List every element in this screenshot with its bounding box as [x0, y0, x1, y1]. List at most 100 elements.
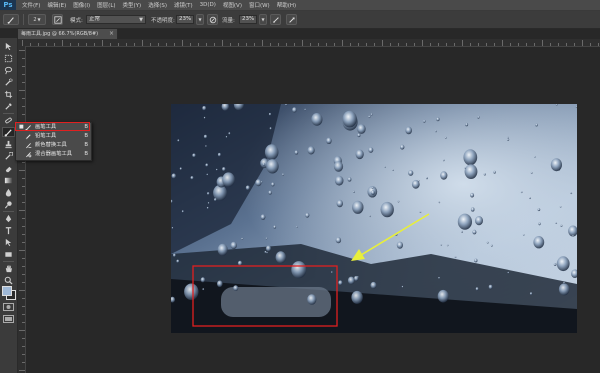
raindrop	[202, 288, 205, 291]
menu-layer[interactable]: 图层(L)	[97, 1, 115, 9]
marquee-icon	[4, 54, 13, 62]
flyout-item-color-replacement[interactable]: 颜色替换工具 B	[16, 141, 91, 150]
raindrop	[262, 162, 266, 166]
brush-tool[interactable]	[2, 127, 15, 137]
move-icon	[5, 42, 12, 50]
pressure-size-toggle[interactable]	[286, 14, 297, 25]
blur-tool[interactable]	[2, 187, 15, 197]
opacity-field[interactable]: 23%	[176, 15, 194, 24]
ruler-tick	[158, 43, 159, 46]
flyout-label: 混合器画笔工具	[35, 151, 73, 157]
raindrop	[237, 260, 243, 266]
flyout-item-pencil[interactable]: 铅笔工具 B	[16, 132, 91, 141]
pen-tool[interactable]	[2, 213, 15, 223]
raindrop	[560, 224, 563, 227]
brush-size-picker[interactable]: 2 ▼	[28, 14, 46, 25]
flow-label: 流量:	[222, 18, 235, 24]
ruler-tick	[22, 298, 25, 299]
menu-select[interactable]: 选择(S)	[148, 1, 167, 9]
foreground-color-swatch[interactable]	[2, 286, 12, 296]
mode-dropdown[interactable]: 正常 ▼	[86, 15, 146, 24]
raindrop	[570, 192, 573, 195]
eraser-tool[interactable]	[2, 163, 15, 173]
ruler-tick	[206, 43, 207, 46]
raindrop	[550, 158, 562, 172]
raindrop	[371, 186, 374, 189]
menu-view[interactable]: 视图(V)	[223, 1, 242, 9]
menu-file[interactable]: 文件(F)	[22, 1, 40, 9]
brush-icon	[7, 16, 14, 24]
menu-image[interactable]: 图像(I)	[73, 1, 90, 9]
raindrop	[203, 134, 208, 139]
hand-tool[interactable]	[2, 263, 15, 273]
shape-tool[interactable]	[2, 249, 15, 259]
mode-value: 正常	[89, 16, 101, 22]
ruler-tick	[19, 210, 25, 211]
pressure-opacity-toggle[interactable]	[207, 14, 218, 25]
opacity-slider-toggle[interactable]: ▼	[196, 14, 204, 25]
path-selection-tool[interactable]	[2, 237, 15, 247]
quick-select-tool[interactable]	[2, 77, 15, 87]
healing-brush-tool[interactable]	[2, 115, 15, 125]
raindrop	[538, 222, 541, 226]
history-brush-tool[interactable]	[2, 151, 15, 161]
raindrop	[507, 138, 510, 141]
flyout-shortcut: B	[84, 142, 88, 148]
ruler-tick	[534, 43, 535, 46]
flow-slider-toggle[interactable]: ▼	[259, 14, 267, 25]
flyout-item-mixer-brush[interactable]: 混合器画笔工具 B	[16, 150, 91, 159]
quick-mask-toggle[interactable]	[3, 303, 14, 311]
menu-help[interactable]: 帮助(H)	[277, 1, 296, 9]
ruler-tick	[134, 43, 135, 46]
ruler-tick	[454, 43, 455, 46]
raindrop	[291, 261, 307, 279]
raindrop	[423, 119, 426, 123]
crop-icon	[4, 90, 13, 98]
ruler-tick	[22, 58, 25, 59]
flow-field[interactable]: 23%	[239, 15, 257, 24]
menu-window[interactable]: 窗口(W)	[249, 1, 270, 9]
marquee-tool[interactable]	[2, 53, 15, 63]
raindrop	[465, 122, 469, 127]
ruler-tick	[222, 40, 223, 46]
menu-3d[interactable]: 3D(D)	[200, 2, 216, 8]
ruler-tick	[518, 43, 519, 46]
zoom-tool[interactable]	[2, 275, 15, 285]
menu-filter[interactable]: 滤镜(T)	[174, 1, 193, 9]
dodge-tool[interactable]	[2, 199, 15, 209]
raindrop	[405, 126, 412, 135]
ruler-tick	[390, 43, 391, 46]
ruler-tick	[494, 43, 495, 46]
clone-stamp-tool[interactable]	[2, 139, 15, 149]
raindrop	[230, 241, 237, 250]
document-tab[interactable]: 每雨工具.jpg @ 66.7%(RGB/8#) ×	[18, 29, 118, 39]
raindrop	[171, 227, 174, 229]
raindrop	[214, 198, 217, 202]
brush-panel-toggle[interactable]	[52, 14, 63, 25]
menu-edit[interactable]: 编辑(E)	[47, 1, 66, 9]
menu-type[interactable]: 类型(Y)	[123, 1, 142, 9]
ruler-tick	[22, 218, 25, 219]
raindrop	[438, 276, 440, 279]
crop-tool[interactable]	[2, 89, 15, 99]
raindrop	[461, 230, 463, 233]
airbrush-toggle[interactable]	[270, 14, 281, 25]
ruler-tick	[46, 43, 47, 46]
eyedropper-tool[interactable]	[2, 101, 15, 111]
separator	[3, 113, 14, 114]
move-tool[interactable]	[2, 41, 15, 51]
options-bar: 2 ▼ 模式: 正常 ▼ 不透明度: 23% ▼ 流量: 23% ▼	[0, 11, 600, 29]
type-tool[interactable]	[2, 225, 15, 235]
document-canvas[interactable]	[171, 104, 577, 333]
history-brush-icon	[5, 151, 13, 160]
raindrop	[351, 290, 363, 304]
close-icon[interactable]: ×	[109, 29, 114, 39]
ruler-tick	[19, 370, 25, 371]
ruler-tick	[62, 40, 63, 46]
lasso-tool[interactable]	[2, 65, 15, 75]
tool-preset-picker[interactable]	[3, 14, 19, 25]
gradient-tool[interactable]	[2, 175, 15, 185]
raindrop	[275, 251, 286, 264]
screen-mode-toggle[interactable]	[3, 315, 14, 323]
raindrop	[470, 192, 475, 198]
